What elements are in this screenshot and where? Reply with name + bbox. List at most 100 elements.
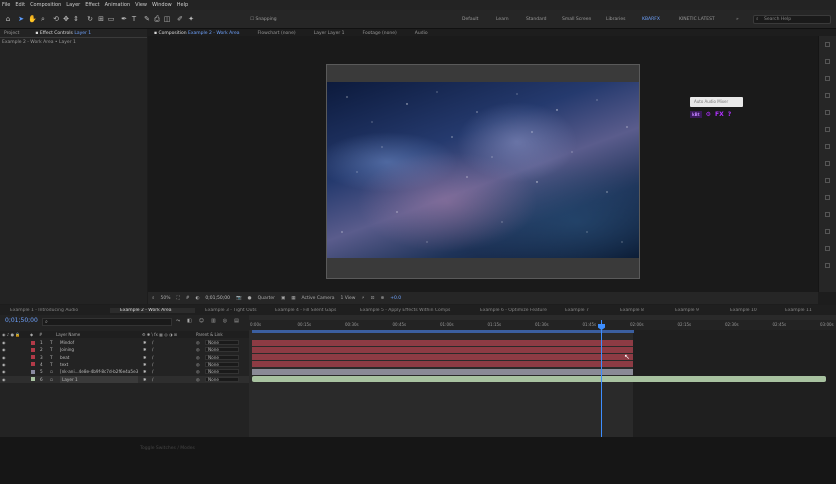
visibility-eye-icon[interactable]: ◉ [2,368,6,375]
layer-name[interactable]: text [60,361,138,368]
visibility-eye-icon[interactable]: ◉ [2,346,6,353]
menu-file[interactable]: File [2,2,10,8]
panel-icon[interactable] [825,127,830,132]
layer-switch-icon[interactable]: ✱ [143,376,147,383]
tab-example-8[interactable]: Example 8 [610,308,665,313]
panel-icon[interactable] [825,161,830,166]
panel-icon[interactable] [825,178,830,183]
shy-icon[interactable]: ☺ [199,318,204,324]
visibility-eye-icon[interactable]: ◉ [2,361,6,368]
layer-switch-icon[interactable]: ✱ [143,354,147,361]
layer-switch-icon[interactable]: ✱ [143,339,147,346]
workspace-overflow-icon[interactable]: » [736,17,739,22]
label-color-swatch[interactable] [31,347,35,352]
flowchart-icon[interactable]: ⊕ [380,296,384,301]
tab-example-3[interactable]: Example 3 - Tight Outs [195,308,265,313]
layer-row[interactable]: ◉ 3 Tbeat ✱ / ◎ None [0,354,249,361]
pan-behind-icon[interactable]: ⊞ [97,15,105,23]
parent-dropdown[interactable]: None [205,369,239,375]
layer-switch-icon[interactable]: / [152,368,153,375]
workspace-standard[interactable]: Standard [526,17,546,22]
workspace-kbarfx[interactable]: KBARFX [642,17,660,22]
label-color-swatch[interactable] [31,377,35,381]
menu-help[interactable]: Help [177,2,188,8]
workspace-small-screen[interactable]: Small Screen [562,17,591,22]
timeline-icon[interactable]: ⊡ [371,296,375,301]
settings-icon[interactable]: ⚙ [706,111,711,118]
layer-duration-bar[interactable] [252,339,633,346]
layer-switch-icon[interactable]: ✱ [143,361,147,368]
tab-example-7[interactable]: Example 7 [555,308,610,313]
parent-pickwhip-icon[interactable]: ◎ [196,346,200,353]
selection-tool-icon[interactable]: ➤ [17,15,25,23]
layer-switch-icon[interactable]: ✱ [143,346,147,353]
fast-preview-icon[interactable]: ⚡ [361,296,364,301]
layer-duration-bar[interactable] [252,354,633,361]
visibility-eye-icon[interactable]: ◉ [2,339,6,346]
layer-name[interactable]: Layer 1 [60,375,138,383]
tab-example-9[interactable]: Example 9 [665,308,720,313]
parent-dropdown[interactable]: None [205,376,239,382]
orbit-camera-icon[interactable]: ⟲ [52,15,60,23]
home-icon[interactable]: ⌂ [4,15,12,23]
layer-duration-bar[interactable] [252,346,633,353]
visibility-eye-icon[interactable]: ◉ [2,376,6,383]
mask-icon[interactable]: ◐ [195,296,199,301]
label-color-swatch[interactable] [31,369,35,374]
menu-effect[interactable]: Effect [85,2,99,8]
panel-icon[interactable] [825,263,830,268]
parent-dropdown[interactable]: None [205,340,239,345]
eraser-tool-icon[interactable]: ◫ [163,15,171,23]
menu-layer[interactable]: Layer [66,2,80,8]
tab-example-4[interactable]: Example 4 - Fill Silent Gaps [265,308,350,313]
tab-layer[interactable]: Layer Layer 1 [314,31,345,36]
menu-composition[interactable]: Composition [30,2,61,8]
rectangle-tool-icon[interactable]: ▭ [107,15,115,23]
layer-switch-icon[interactable]: / [152,339,153,346]
label-color-swatch[interactable] [31,362,35,367]
views-dropdown[interactable]: 1 View [341,296,356,301]
snapping-checkbox[interactable]: ☐ Snapping [250,17,277,22]
comp-flowchart-icon[interactable]: ⤳ [176,318,180,324]
auto-audio-mixer-popup[interactable]: Auto Audio Mixer [690,97,743,107]
workspace-kinetic-latest[interactable]: KINETIC LATEST [679,17,715,22]
panel-icon[interactable] [825,93,830,98]
help-question-icon[interactable]: ? [728,111,731,118]
exposure-value[interactable]: +0.0 [390,296,401,301]
playhead[interactable] [601,320,602,438]
frame-blending-icon[interactable]: ▥ [211,318,216,324]
label-color-swatch[interactable] [31,340,35,345]
work-area-bar[interactable] [252,330,634,333]
layer-search-input[interactable]: ⌕ [42,318,172,326]
tab-example-11[interactable]: Example 11 [775,308,825,313]
menu-window[interactable]: Window [152,2,172,8]
layer-duration-bar[interactable] [252,376,826,382]
galaxy-image-layer[interactable] [327,82,639,258]
layer-row[interactable]: ◉ 1 T Mindof ✱ / ◎ None [0,339,249,346]
parent-pickwhip-icon[interactable]: ◎ [196,354,200,361]
resolution-dropdown[interactable]: Quarter [258,296,275,301]
menu-edit[interactable]: Edit [15,2,25,8]
tab-footage[interactable]: Footage (none) [363,31,397,36]
panel-icon[interactable] [825,229,830,234]
layer-name[interactable]: Mindof [60,339,138,346]
panel-icon[interactable] [825,59,830,64]
draft-3d-icon[interactable]: ◧ [187,318,192,324]
dolly-camera-icon[interactable]: ⇕ [72,15,80,23]
parent-link-header[interactable]: Parent & Link [196,331,223,338]
tab-example-1[interactable]: Example 1 - Introducing Audio [0,308,110,313]
workspace-learn[interactable]: Learn [496,17,509,22]
tab-example-6[interactable]: Example 6 - Optimize Feature [470,308,555,313]
parent-pickwhip-icon[interactable]: ◎ [196,361,200,368]
fit-icon[interactable]: ⛶ [177,295,180,301]
parent-pickwhip-icon[interactable]: ◎ [196,376,200,383]
parent-pickwhip-icon[interactable]: ◎ [196,368,200,375]
layer-row[interactable]: ◉ 4 Ttext ✱ / ◎ None [0,361,249,368]
layer-row[interactable]: ◉ 6 ▫ Layer 1 ✱ / ◎ None [0,375,249,383]
roto-brush-icon[interactable]: ✐ [176,15,184,23]
layer-duration-bar[interactable] [252,361,633,368]
layer-switch-icon[interactable]: ✱ [143,368,147,375]
panel-icon[interactable] [825,76,830,81]
type-tool-icon[interactable]: T [130,15,138,23]
menu-view[interactable]: View [135,2,147,8]
